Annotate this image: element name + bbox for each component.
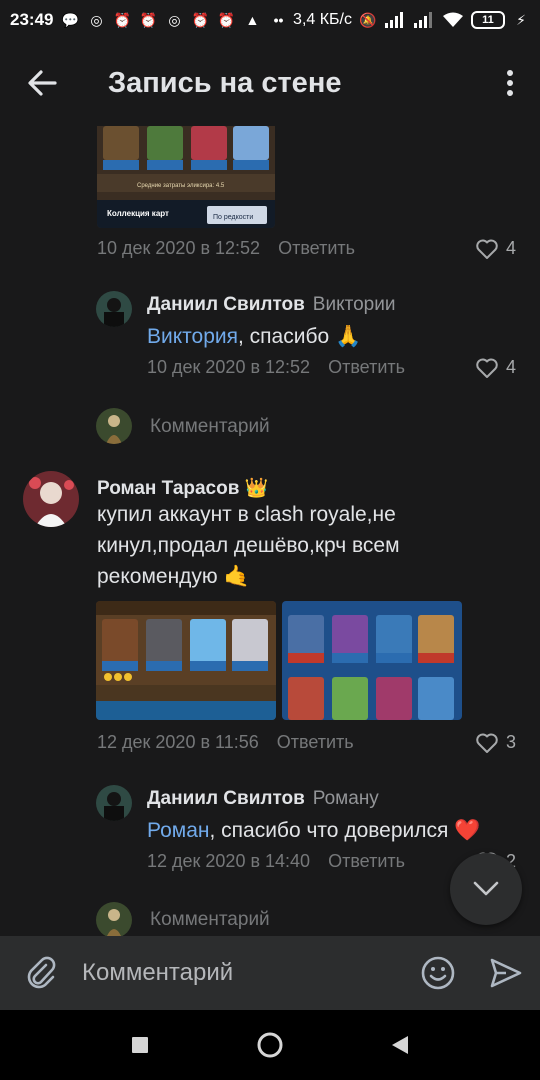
smile-icon xyxy=(421,956,455,990)
comment-author[interactable]: Роман Тарасов 👑 xyxy=(97,476,268,500)
chat-notification-icon: 💬 xyxy=(61,12,80,28)
page-title: Запись на стене xyxy=(108,66,342,99)
comment-date: 10 дек 2020 в 12:52 xyxy=(97,238,261,258)
like-button[interactable]: 4 xyxy=(476,357,516,378)
author-name[interactable]: Даниил Свилтов xyxy=(147,788,305,809)
scroll-down-button[interactable] xyxy=(450,853,522,925)
reply-to: Роману xyxy=(312,788,379,809)
comment-line: рекомендую 🤙 xyxy=(97,565,250,588)
comment-text: Роман, спасибо что доверился ❤️ xyxy=(147,815,517,846)
comment-text: Виктория, спасибо 🙏 xyxy=(147,321,517,352)
like-count: 4 xyxy=(506,238,517,258)
comment-date: 12 дек 2020 в 14:40 xyxy=(147,851,311,871)
app-header: Запись на стене xyxy=(0,40,540,126)
comment-meta: 12 дек 2020 в 11:56 Ответить xyxy=(97,732,354,753)
comment-date: 10 дек 2020 в 12:52 xyxy=(147,357,311,377)
reply-button[interactable]: Ответить xyxy=(278,238,355,259)
heart-icon xyxy=(476,358,498,378)
game-screenshot-graphic: Средние затраты эликсира: 4.5 Коллекция … xyxy=(97,126,275,228)
comment-body: , спасибо 🙏 xyxy=(238,325,362,348)
triangle-back-icon xyxy=(392,1036,408,1054)
comment-meta: 12 дек 2020 в 14:40 Ответить xyxy=(147,851,405,872)
battery-indicator: 11 xyxy=(471,11,505,29)
avatar[interactable] xyxy=(23,471,79,527)
comment-line: купил аккаунт в clash royale,не xyxy=(97,503,396,526)
like-button[interactable]: 4 xyxy=(476,238,516,259)
like-count: 3 xyxy=(506,732,517,752)
write-comment-link[interactable]: Комментарий xyxy=(150,416,270,438)
comment-date: 12 дек 2020 в 11:56 xyxy=(97,732,259,752)
chrome-notification-icon: ◎ xyxy=(168,12,181,28)
like-button[interactable]: 3 xyxy=(476,732,516,753)
attach-button[interactable] xyxy=(0,936,82,1010)
reply-to: Виктории xyxy=(312,294,396,315)
chrome-notification-icon: ◎ xyxy=(90,12,103,28)
comment-image[interactable]: Средние затраты эликсира: 4.5 Коллекция … xyxy=(97,126,275,228)
square-icon xyxy=(132,1037,148,1053)
mute-icon: 🔕 xyxy=(359,12,377,28)
send-button[interactable] xyxy=(472,936,540,1010)
circle-icon xyxy=(257,1032,283,1058)
back-button[interactable] xyxy=(0,40,84,126)
comment-author[interactable]: Даниил Свилтов Виктории xyxy=(147,294,395,316)
home-button[interactable] xyxy=(250,1025,290,1065)
reply-button[interactable]: Ответить xyxy=(328,851,405,872)
chevron-down-icon xyxy=(473,881,499,896)
image-caption: Средние затраты эликсира: 4.5 xyxy=(137,183,225,189)
comment-image[interactable] xyxy=(282,601,462,720)
avatar xyxy=(96,408,132,444)
author-name[interactable]: Даниил Свилтов xyxy=(147,294,305,315)
avatar xyxy=(96,902,132,936)
heart-icon xyxy=(476,239,498,259)
image-caption: По редкости xyxy=(213,214,253,221)
signal-icon xyxy=(414,12,432,28)
avatar[interactable] xyxy=(96,785,132,821)
more-options-button[interactable] xyxy=(480,40,540,126)
reply-button[interactable]: Ответить xyxy=(328,357,405,378)
status-bar: 23:49 💬 ◎ ⏰ ⏰ ◎ ⏰ ⏰ ▲ •• 3,4 КБ/с 🔕 11 ⚡ xyxy=(0,0,540,40)
comment-text: купил аккаунт в clash royale,не кинул,пр… xyxy=(97,499,517,592)
alarm-notification-icon: ⏰ xyxy=(217,12,236,28)
author-name[interactable]: Роман Тарасов xyxy=(97,478,239,499)
emoji-button[interactable] xyxy=(404,936,472,1010)
mention-link[interactable]: Роман xyxy=(147,819,209,842)
back-nav-button[interactable] xyxy=(380,1025,420,1065)
comment-image[interactable] xyxy=(96,601,276,720)
recents-button[interactable] xyxy=(120,1025,160,1065)
write-comment-link[interactable]: Комментарий xyxy=(150,909,270,931)
crown-icon: 👑 xyxy=(244,478,269,499)
image-caption: Коллекция карт xyxy=(107,209,169,218)
comment-input[interactable] xyxy=(82,959,404,987)
alarm-notification-icon: ⏰ xyxy=(139,12,158,28)
mention-link[interactable]: Виктория xyxy=(147,325,238,348)
charging-icon: ⚡ xyxy=(516,12,526,28)
like-count: 4 xyxy=(506,357,517,377)
wifi-icon xyxy=(443,12,463,27)
comment-line: кинул,продал дешёво,крч всем xyxy=(97,534,400,557)
avatar[interactable] xyxy=(96,291,132,327)
network-speed: 3,4 КБ/с xyxy=(293,11,352,28)
signal-icon xyxy=(385,12,403,28)
alarm-notification-icon: ⏰ xyxy=(113,12,132,28)
reply-button[interactable]: Ответить xyxy=(277,732,354,753)
comment-meta: 10 дек 2020 в 12:52 Ответить xyxy=(147,357,405,378)
alarm-notification-icon: ⏰ xyxy=(191,12,210,28)
comment-meta: 10 дек 2020 в 12:52 Ответить xyxy=(97,238,355,259)
more-notifications-icon: •• xyxy=(273,12,284,28)
status-time: 23:49 xyxy=(10,10,54,29)
comment-author[interactable]: Даниил Свилтов Роману xyxy=(147,788,379,810)
send-icon xyxy=(490,958,522,988)
comments-feed: Средние затраты эликсира: 4.5 Коллекция … xyxy=(0,126,540,936)
arrow-left-icon xyxy=(28,70,57,96)
heart-icon xyxy=(476,733,498,753)
comment-body: , спасибо что доверился ❤️ xyxy=(209,819,481,842)
paperclip-icon xyxy=(27,956,56,989)
more-vertical-icon xyxy=(507,70,513,96)
warning-notification-icon: ▲ xyxy=(245,12,260,28)
system-navigation-bar xyxy=(0,1010,540,1080)
comment-composer xyxy=(0,936,540,1010)
